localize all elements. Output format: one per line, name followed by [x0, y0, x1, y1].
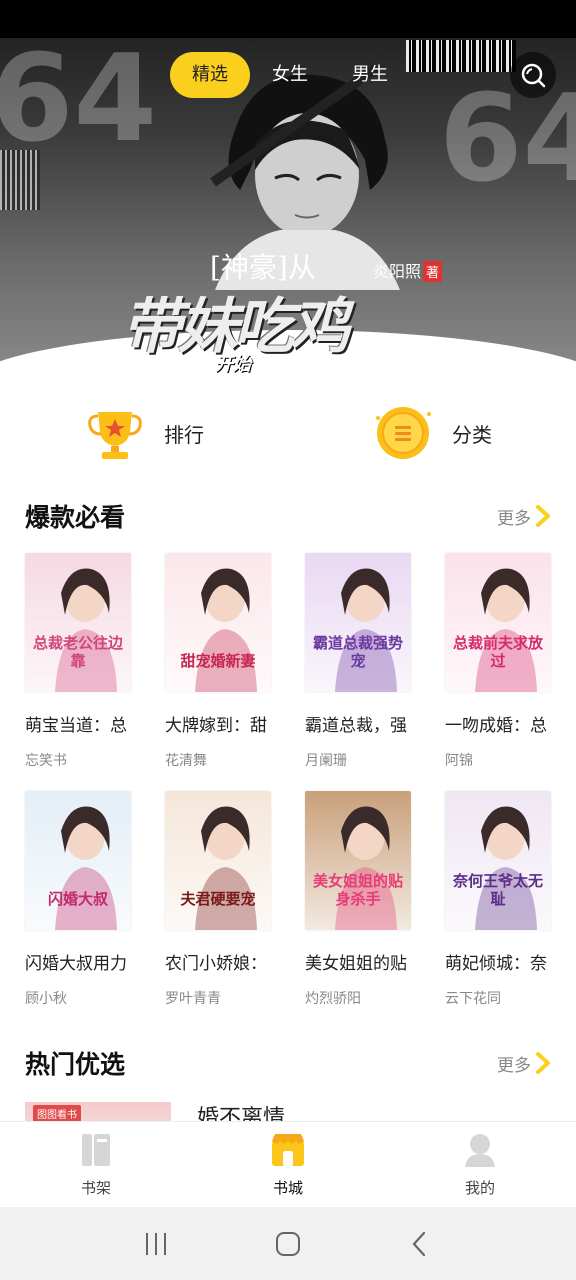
cover-illustration	[335, 806, 397, 930]
quick-links: 排行 分类	[0, 398, 576, 468]
book-card[interactable]: 闪婚大叔闪婚大叔用力顾小秋	[25, 791, 135, 1008]
cover-title: 奈何王爷太无耻	[452, 872, 543, 908]
cover-title: 夫君硬要宠	[180, 890, 256, 908]
cover-illustration	[475, 568, 537, 692]
category-link[interactable]: 分类	[288, 398, 576, 468]
book-author: 花清舞	[165, 753, 207, 769]
book-title[interactable]: 霸道总裁，强	[305, 711, 417, 736]
cover-illustration	[55, 568, 117, 692]
nav-profile[interactable]: 我的	[384, 1122, 576, 1207]
cover-title: 闪婚大叔	[47, 890, 108, 908]
cover-title: 甜宠婚新妻	[180, 652, 256, 670]
channel-tabs: 精选 女生 男生	[170, 52, 410, 98]
tab-female[interactable]: 女生	[250, 52, 330, 98]
book-card[interactable]: 总裁老公往边靠萌宝当道：总忘笑书	[25, 553, 135, 770]
book-author: 忘笑书	[25, 753, 67, 769]
home-icon[interactable]	[274, 1230, 302, 1258]
banner-deco-number: 64	[0, 30, 157, 169]
bookstore-icon	[272, 1134, 304, 1166]
book-card[interactable]: 霸道总裁强势宠霸道总裁，强月阑珊	[305, 553, 415, 770]
section-hot-header: 热门优选 更多	[25, 1043, 551, 1083]
book-title[interactable]: 一吻成婚：总	[445, 711, 557, 736]
book-cover[interactable]: 闪婚大叔	[25, 791, 131, 930]
book-card[interactable]: 总裁前夫求放过一吻成婚：总阿锦	[445, 553, 555, 770]
book-title[interactable]: 美女姐姐的贴	[305, 949, 417, 974]
book-card[interactable]: 美女姐姐的贴身杀手美女姐姐的贴灼烈骄阳	[305, 791, 415, 1008]
cover-title: 美女姐姐的贴身杀手	[312, 872, 403, 908]
cover-illustration	[195, 568, 257, 692]
book-title[interactable]: 萌宝当道：总	[25, 711, 137, 736]
banner-author: 炎阳照著	[373, 258, 443, 282]
category-label: 分类	[452, 422, 492, 447]
cover-tag: 图图看书	[33, 1105, 81, 1122]
book-author: 灼烈骄阳	[305, 991, 361, 1007]
book-cover[interactable]: 总裁前夫求放过	[445, 553, 551, 692]
book-author: 罗叶青青	[165, 991, 221, 1007]
cover-illustration	[475, 806, 537, 930]
book-card[interactable]: 奈何王爷太无耻萌妃倾城：奈云下花同	[445, 791, 555, 1008]
book-author: 顾小秋	[25, 991, 67, 1007]
chevron-right-icon	[536, 505, 550, 527]
search-icon	[521, 63, 546, 88]
search-button[interactable]	[510, 52, 556, 98]
banner-author-name: 炎阳照	[373, 262, 422, 281]
banner-author-mark: 著	[423, 261, 443, 282]
tab-featured[interactable]: 精选	[170, 52, 250, 98]
book-title[interactable]: 农门小娇娘：	[165, 949, 277, 974]
book-title[interactable]: 大牌嫁到：甜	[165, 711, 277, 736]
book-author: 月阑珊	[305, 753, 347, 769]
book-cover[interactable]: 美女姐姐的贴身杀手	[305, 791, 411, 930]
nav-bookstore[interactable]: 书城	[192, 1122, 384, 1207]
book-grid-row-2: 闪婚大叔 闪婚大叔用力 顾小秋 夫君硬要宠 农门小娇娘： 罗叶青青 美女姐姐的贴身杀手 美女姐…	[25, 791, 555, 1008]
category-medal-icon	[376, 407, 431, 459]
more-label: 更多	[497, 1055, 531, 1076]
section-title: 爆款必看	[25, 503, 126, 532]
book-card[interactable]: 甜宠婚新妻大牌嫁到：甜花清舞	[165, 553, 275, 770]
nav-bookshelf[interactable]: 书架	[0, 1122, 192, 1207]
cover-title: 霸道总裁强势宠	[312, 634, 403, 670]
book-author: 阿锦	[445, 753, 473, 769]
book-cover[interactable]: 奈何王爷太无耻	[445, 791, 551, 930]
book-author: 云下花同	[445, 991, 501, 1007]
book-cover[interactable]: 霸道总裁强势宠	[305, 553, 411, 692]
cover-illustration	[335, 568, 397, 692]
bookshelf-icon	[82, 1134, 110, 1166]
nav-label: 书架	[80, 1179, 111, 1197]
profile-icon	[465, 1134, 495, 1167]
bottom-nav: 书架 书城 我的	[0, 1121, 576, 1207]
chevron-right-icon	[536, 1052, 550, 1074]
ranking-label: 排行	[164, 422, 204, 447]
hero-banner[interactable]: 64 64 [神豪]从 炎阳照著 带妹吃鸡 开始 精选 女生 男生	[0, 0, 576, 375]
cover-illustration	[195, 806, 257, 930]
book-cover[interactable]: 夫君硬要宠	[165, 791, 271, 930]
nav-label: 书城	[272, 1179, 303, 1197]
more-link[interactable]: 更多	[497, 1051, 551, 1076]
trophy-icon	[88, 412, 142, 459]
more-link[interactable]: 更多	[497, 504, 551, 529]
banner-title-suffix: 开始	[215, 354, 251, 375]
barcode-decoration	[0, 150, 40, 210]
tab-male[interactable]: 男生	[330, 52, 410, 98]
cover-title: 总裁老公往边靠	[32, 634, 123, 670]
system-navigation-bar	[0, 1207, 576, 1280]
more-label: 更多	[497, 508, 531, 529]
cover-title: 总裁前夫求放过	[452, 634, 543, 670]
book-cover[interactable]: 总裁老公往边靠	[25, 553, 131, 692]
book-title[interactable]: 萌妃倾城：奈	[445, 949, 557, 974]
recent-apps-icon[interactable]	[142, 1230, 170, 1258]
back-icon[interactable]	[406, 1230, 434, 1258]
book-cover[interactable]: 甜宠婚新妻	[165, 553, 271, 692]
barcode-decoration	[406, 40, 516, 72]
ranking-link[interactable]: 排行	[0, 398, 288, 468]
book-title[interactable]: 闪婚大叔用力	[25, 949, 137, 974]
nav-label: 我的	[464, 1179, 495, 1197]
section-hits-header: 爆款必看 更多	[25, 496, 551, 536]
banner-deco-number: 64	[439, 70, 576, 209]
cover-illustration	[55, 806, 117, 930]
book-card[interactable]: 夫君硬要宠农门小娇娘： 罗叶青青	[165, 791, 275, 1008]
book-grid-row-1: 总裁老公往边靠 萌宝当道：总 忘笑书 甜宠婚新妻 大牌嫁到：甜 花清舞 霸道总裁强势宠 霸道总…	[25, 553, 555, 770]
section-title: 热门优选	[25, 1050, 126, 1079]
